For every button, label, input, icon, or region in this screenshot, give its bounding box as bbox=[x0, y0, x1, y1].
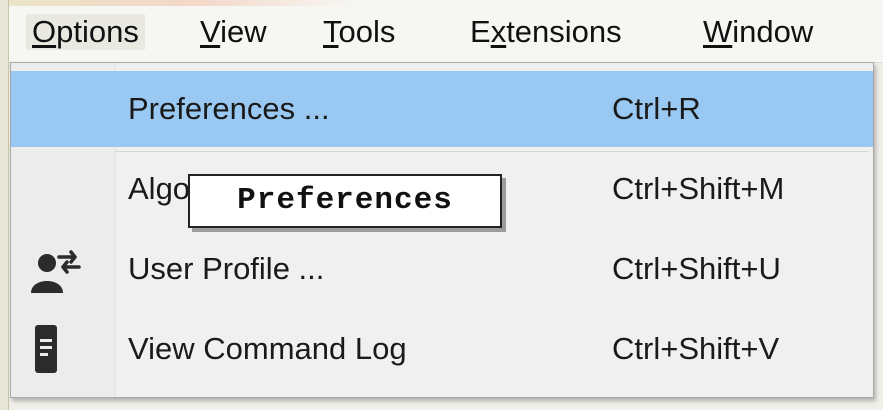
window-top-accent bbox=[0, 0, 883, 6]
menu-extensions-rest: tensions bbox=[506, 14, 622, 49]
menu-view-rest: iew bbox=[220, 14, 267, 49]
menu-item-user-profile[interactable]: User Profile ... Ctrl+Shift+U bbox=[11, 231, 873, 307]
menu-item-user-profile-shortcut: Ctrl+Shift+U bbox=[612, 251, 781, 286]
menu-options-rest: ptions bbox=[56, 14, 139, 49]
menu-item-algorithms-shortcut: Ctrl+Shift+M bbox=[612, 171, 785, 206]
menu-view-mnemonic: V bbox=[200, 14, 221, 49]
menu-item-user-profile-label: User Profile ... bbox=[128, 251, 325, 286]
menu-tools-rest: ools bbox=[338, 14, 396, 49]
menu-tools-mnemonic: T bbox=[323, 14, 339, 49]
menu-item-view-command-log-shortcut: Ctrl+Shift+V bbox=[612, 331, 780, 366]
options-dropdown-menu: Preferences ... Ctrl+R Algo Ctrl+Shift+M… bbox=[10, 62, 874, 398]
menu-bar: Options View Tools Extensions Window bbox=[0, 0, 883, 63]
menu-options-mnemonic: O bbox=[32, 14, 57, 49]
window-left-edge bbox=[0, 0, 9, 410]
menu-options[interactable]: Options bbox=[26, 14, 145, 50]
menu-extensions-mnemonic: x bbox=[490, 14, 507, 49]
menu-item-preferences[interactable]: Preferences ... Ctrl+R bbox=[11, 71, 873, 147]
preferences-tooltip: Preferences bbox=[188, 174, 502, 228]
user-profile-icon bbox=[31, 250, 81, 293]
menu-view[interactable]: View bbox=[200, 14, 267, 50]
menu-item-algorithms-label: Algo bbox=[128, 171, 191, 206]
menu-item-preferences-shortcut: Ctrl+R bbox=[612, 91, 701, 126]
menu-extensions[interactable]: Extensions bbox=[470, 14, 622, 50]
menu-window-rest: indow bbox=[732, 14, 814, 49]
menu-tools[interactable]: Tools bbox=[323, 14, 395, 50]
menu-item-view-command-log-label: View Command Log bbox=[128, 331, 407, 366]
menu-item-view-command-log[interactable]: View Command Log Ctrl+Shift+V bbox=[11, 311, 873, 387]
menu-extensions-pre: E bbox=[470, 14, 491, 49]
menu-window-mnemonic: W bbox=[703, 14, 733, 49]
menu-window[interactable]: Window bbox=[703, 14, 813, 50]
menu-item-preferences-label: Preferences ... bbox=[128, 91, 330, 126]
document-icon bbox=[35, 325, 57, 373]
